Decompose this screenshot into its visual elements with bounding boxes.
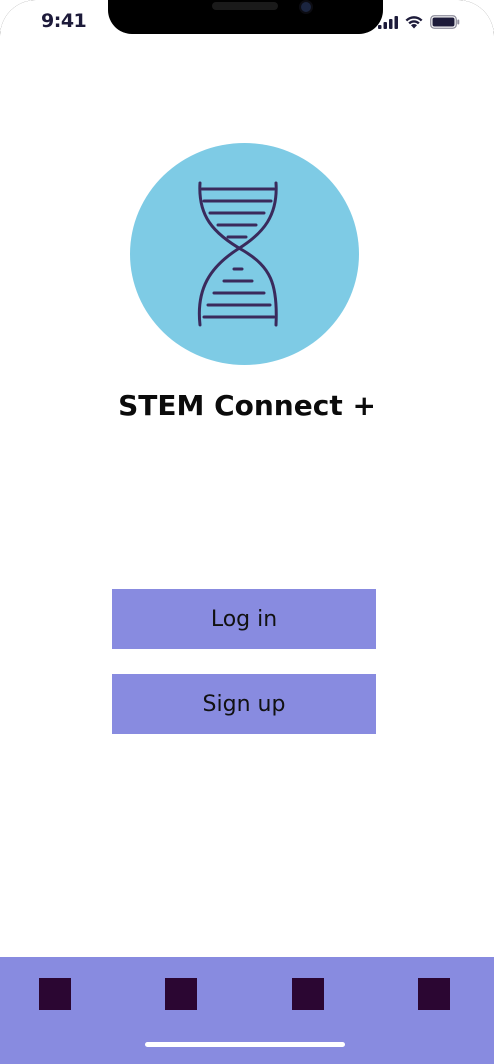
status-time: 9:41 [41,10,87,32]
speaker-grille [212,2,278,10]
app-logo [130,143,359,365]
camera-icon [299,0,313,14]
app-title: STEM Connect + [118,389,376,422]
bottom-tab-bar [0,957,494,1064]
notch [108,0,383,34]
screen: 9:41 STEM Connect + Log in Sign up [0,0,494,1064]
battery-icon [430,14,460,33]
tab-4-icon[interactable] [418,978,450,1010]
tab-3-icon[interactable] [292,978,324,1010]
login-button[interactable]: Log in [112,589,376,649]
tab-1-icon[interactable] [39,978,71,1010]
signup-button[interactable]: Sign up [112,674,376,734]
cellular-signal-icon [378,14,398,33]
signup-button-label: Sign up [202,691,286,717]
tab-2-icon[interactable] [165,978,197,1010]
phone-frame: 9:41 STEM Connect + Log in Sign up [0,0,494,1064]
home-indicator[interactable] [145,1042,345,1047]
wifi-icon [405,14,423,33]
status-icons [378,14,460,33]
login-button-label: Log in [210,606,278,632]
